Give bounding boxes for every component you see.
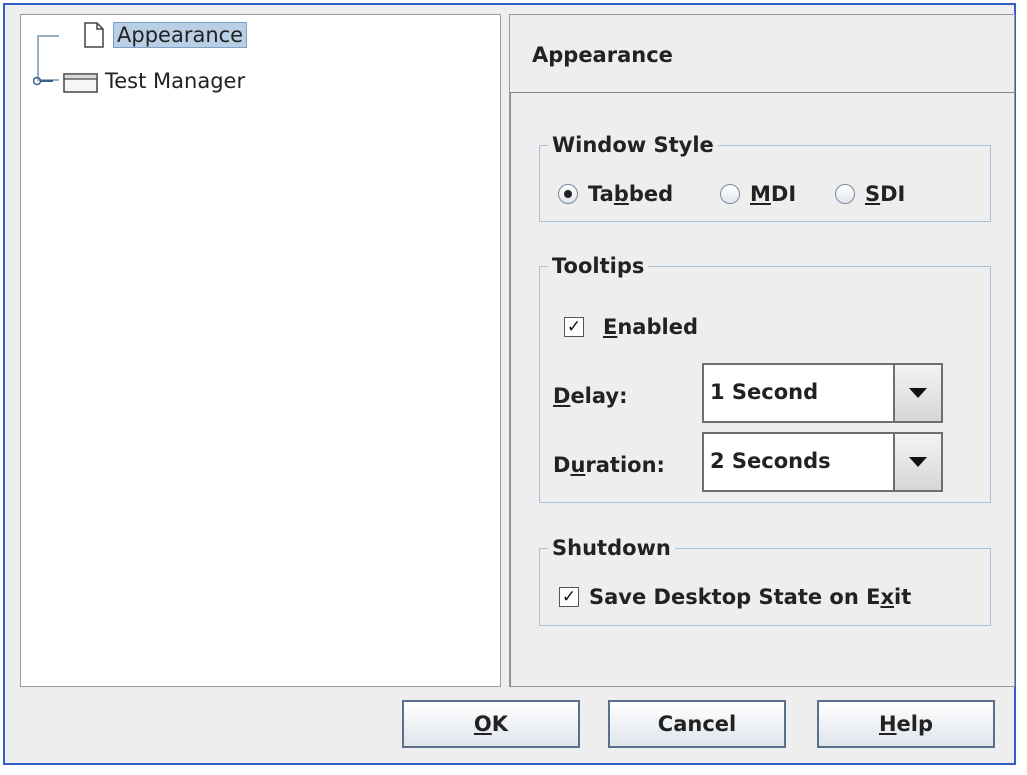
shutdown-legend: Shutdown	[548, 535, 675, 561]
tree-item-label: Appearance	[113, 22, 248, 48]
enabled-label: Enabled	[603, 315, 698, 339]
cancel-button[interactable]: Cancel	[608, 700, 786, 748]
radio-tabbed-label: Tabbed	[588, 182, 674, 206]
panel-title: Appearance	[532, 43, 673, 67]
split-divider[interactable]	[501, 14, 509, 687]
page-icon	[84, 22, 104, 48]
radio-tabbed-button[interactable]	[558, 184, 578, 204]
enabled-checkbox-box[interactable]: ✓	[564, 317, 584, 337]
save-state-label: Save Desktop State on Exit	[589, 585, 912, 609]
window-style-legend: Window Style	[548, 132, 718, 158]
delay-value: 1 Second	[710, 380, 819, 404]
duration-value: 2 Seconds	[710, 449, 831, 473]
tree-item-test-manager[interactable]: Test Manager	[27, 67, 245, 95]
chevron-down-icon[interactable]	[893, 434, 941, 490]
radio-mdi-button[interactable]	[720, 184, 740, 204]
help-button[interactable]: Help	[817, 700, 995, 748]
radio-mdi-label: MDI	[750, 182, 797, 206]
expand-handle-icon[interactable]	[33, 74, 55, 88]
duration-label: Duration:	[553, 453, 665, 477]
tree-item-label: Test Manager	[105, 69, 246, 93]
tooltips-group: Tooltips ✓ Enabled Delay: 1 Second Durat…	[539, 253, 991, 503]
duration-dropdown[interactable]: 2 Seconds	[702, 432, 943, 492]
radio-sdi-label: SDI	[865, 182, 906, 206]
window-style-group: Window Style Tabbed MDI SDI	[539, 132, 991, 222]
delay-label: Delay:	[553, 384, 628, 408]
navigation-tree: Appearance Test Manager	[20, 14, 501, 687]
tree-connector-line	[37, 35, 59, 37]
radio-selected-dot	[564, 190, 572, 198]
folder-icon	[63, 73, 98, 93]
radio-sdi-button[interactable]	[835, 184, 855, 204]
tree-item-appearance[interactable]: Appearance	[83, 21, 248, 49]
ok-button[interactable]: OK	[402, 700, 580, 748]
shutdown-group: Shutdown ✓ Save Desktop State on Exit	[539, 535, 991, 626]
delay-dropdown[interactable]: 1 Second	[702, 363, 943, 423]
tooltips-legend: Tooltips	[548, 253, 649, 279]
save-state-checkbox-box[interactable]: ✓	[559, 587, 579, 607]
settings-content: Window Style Tabbed MDI SDI Tooltips ✓ E…	[510, 92, 1014, 687]
chevron-down-icon[interactable]	[893, 365, 941, 421]
settings-panel: Appearance Window Style Tabbed MDI SDI T…	[509, 14, 1015, 687]
preferences-dialog: Appearance Test Manager Appearance Windo…	[3, 3, 1016, 765]
